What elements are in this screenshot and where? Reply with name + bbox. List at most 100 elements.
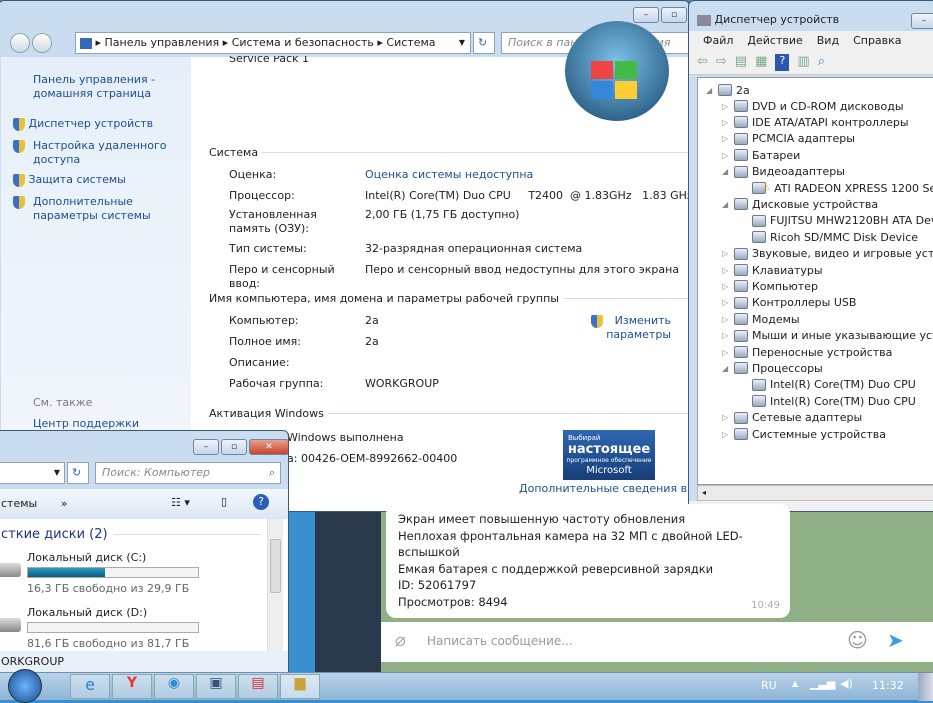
expand-arrow-icon[interactable]: ▷ <box>722 331 730 340</box>
update-icon[interactable]: ▦ <box>755 54 767 71</box>
tree-item[interactable]: Intel(R) Core(TM) Duo CPU T2400 <box>752 393 933 409</box>
tree-item[interactable]: ▷ Клавиатуры <box>722 262 823 278</box>
emoji-icon[interactable]: ☺ <box>847 628 868 652</box>
minimize-button[interactable]: – <box>193 439 219 455</box>
breadcrumb[interactable]: ▸ Панель управления ▸ Система и безопасн… <box>75 32 471 54</box>
more-button[interactable]: » <box>61 497 68 510</box>
tree-item[interactable]: FUJITSU MHW2120BH ATA Device <box>752 213 933 229</box>
sidebar-item-device-manager[interactable]: Диспетчер устройств <box>13 117 153 131</box>
refresh-button[interactable]: ↻ <box>473 32 495 54</box>
tree-root[interactable]: ◢ 2a <box>706 82 750 98</box>
menu-view[interactable]: Вид <box>817 34 839 51</box>
help-icon[interactable]: ? <box>253 494 269 510</box>
tree-item[interactable]: Ricoh SD/MMC Disk Device <box>752 229 918 245</box>
tree-item[interactable]: ◢ Процессоры <box>722 360 823 376</box>
forward-arrow-icon[interactable]: ⇨ <box>716 54 727 71</box>
tree-item[interactable]: ▷ PCMCIA адаптеры <box>722 131 855 147</box>
send-icon[interactable]: ➤ <box>887 628 904 652</box>
expand-arrow-icon[interactable]: ▷ <box>722 282 730 291</box>
expand-arrow-icon[interactable]: ◢ <box>722 167 730 176</box>
help-icon[interactable]: ? <box>775 54 790 71</box>
tree-item[interactable]: ◢ Дисковые устройства <box>722 196 878 212</box>
language-indicator[interactable]: RU <box>761 679 777 692</box>
taskbar-system[interactable]: ▣ <box>196 674 236 699</box>
attach-icon[interactable]: ⌀ <box>395 630 406 651</box>
change-settings-link[interactable]: Изменить параметры <box>591 314 671 342</box>
search-input[interactable]: Поиск: Компьютер ⌕ <box>95 462 281 484</box>
genuine-microsoft-badge[interactable]: Выбирай настоящее программное обеспечени… <box>563 430 655 480</box>
taskbar-telegram[interactable]: ◉ <box>154 674 194 699</box>
tree-item[interactable]: ▷ Мыши и иные указывающие устройства <box>722 328 933 344</box>
sidebar-item-protection[interactable]: Защита системы <box>13 173 126 187</box>
address-bar[interactable]: ▼ <box>0 462 65 484</box>
tree-item[interactable]: ▷ Переносные устройства <box>722 344 892 360</box>
taskbar-device-manager[interactable]: ▤ <box>238 674 278 699</box>
minimize-button[interactable]: – <box>911 13 933 29</box>
chevron-down-icon[interactable]: ▼ <box>459 33 465 53</box>
tree-item[interactable]: ▷ Контроллеры USB <box>722 295 856 311</box>
breadcrumb-item[interactable]: Система и безопасность <box>232 36 374 49</box>
taskbar-yandex[interactable]: Y <box>112 674 152 699</box>
support-center-link[interactable]: Центр поддержки <box>33 417 139 430</box>
sidebar-item-remote[interactable]: Настройка удаленного доступа <box>13 139 173 167</box>
expand-arrow-icon[interactable]: ▷ <box>722 348 730 357</box>
back-arrow-icon[interactable]: ⇦ <box>697 54 708 71</box>
drive-item[interactable]: Локальный диск (C:) 16,3 ГБ свободно из … <box>0 549 265 601</box>
tree-item[interactable]: ◢ Видеоадаптеры <box>722 164 845 180</box>
expand-arrow-icon[interactable]: ▷ <box>722 102 730 111</box>
tree-item[interactable]: ▷ IDE ATA/ATAPI контроллеры <box>722 114 909 130</box>
forward-button[interactable] <box>32 33 52 53</box>
refresh-button[interactable]: ↻ <box>67 462 89 484</box>
system-row-value[interactable]: Оценка системы недоступна <box>365 168 533 181</box>
group-header[interactable]: сткие диски (2) <box>1 527 261 542</box>
show-desktop-button[interactable] <box>918 673 933 701</box>
tree-item[interactable]: ▷ Звуковые, видео и игровые устройства <box>722 246 933 262</box>
menu-file[interactable]: Файл <box>703 34 733 51</box>
scan-hardware-icon[interactable]: ⌕ <box>818 54 825 71</box>
expand-arrow-icon[interactable]: ◢ <box>722 364 730 373</box>
network-icon[interactable]: ▁▃▅ <box>810 677 835 690</box>
expand-arrow-icon[interactable]: ▷ <box>722 298 730 307</box>
minimize-button[interactable]: – <box>633 7 659 23</box>
tree-item[interactable]: ▷ Компьютер <box>722 278 818 294</box>
horizontal-scrollbar[interactable]: ◂ <box>697 485 933 501</box>
tree-item[interactable]: Intel(R) Core(TM) Duo CPU T2400 <box>752 377 933 393</box>
expand-arrow-icon[interactable]: ◢ <box>722 200 730 209</box>
tree-item[interactable]: ▷ Модемы <box>722 311 800 327</box>
maximize-button[interactable]: ▫ <box>221 439 247 455</box>
system-properties-button[interactable]: стемы <box>1 497 37 510</box>
expand-arrow-icon[interactable]: ▷ <box>722 249 730 258</box>
breadcrumb-item[interactable]: Панель управления <box>105 36 220 49</box>
drive-item[interactable]: Локальный диск (D:) 81,6 ГБ свободно из … <box>0 604 265 656</box>
view-icon[interactable]: ☷ ▾ <box>171 496 190 509</box>
close-button[interactable]: ✕ <box>249 439 288 455</box>
taskbar-explorer[interactable]: ▆ <box>280 674 320 699</box>
maximize-button[interactable]: ▫ <box>661 7 687 23</box>
more-info-link[interactable]: Дополнительные сведения в сети <box>519 482 689 495</box>
vertical-scrollbar[interactable] <box>267 519 283 651</box>
clock[interactable]: 11:32 <box>872 679 904 692</box>
volume-icon[interactable]: ◀) <box>840 677 853 690</box>
tree-item[interactable]: ▷ Сетевые адаптеры <box>722 410 862 426</box>
expand-arrow-icon[interactable]: ▷ <box>722 315 730 324</box>
start-button[interactable] <box>8 669 42 703</box>
message-input[interactable]: Написать сообщение... <box>427 634 573 648</box>
properties-icon[interactable]: ▤ <box>735 54 747 71</box>
tree-item[interactable]: ▷ Батареи <box>722 147 800 163</box>
tree-item[interactable]: ▷ Системные устройства <box>722 426 886 442</box>
sidebar-home-link[interactable]: Панель управления - домашняя страница <box>33 73 183 101</box>
sidebar-item-advanced[interactable]: Дополнительные параметры системы <box>13 195 188 223</box>
menu-help[interactable]: Справка <box>853 34 901 51</box>
expand-arrow-icon[interactable]: ▷ <box>722 266 730 275</box>
breadcrumb-item[interactable]: Система <box>386 36 435 49</box>
expand-arrow-icon[interactable]: ▷ <box>722 151 730 160</box>
tray-arrow-icon[interactable]: ▲ <box>792 679 798 688</box>
taskbar-ie[interactable]: e <box>70 674 110 699</box>
expand-arrow-icon[interactable]: ▷ <box>722 430 730 439</box>
tree-item[interactable]: ▷ DVD и CD-ROM дисководы <box>722 98 904 114</box>
expand-arrow-icon[interactable]: ▷ <box>722 134 730 143</box>
back-button[interactable] <box>10 33 30 53</box>
view-icon[interactable]: ▥ <box>797 54 809 71</box>
expand-arrow-icon[interactable]: ▷ <box>722 118 730 127</box>
menu-action[interactable]: Действие <box>747 34 802 51</box>
